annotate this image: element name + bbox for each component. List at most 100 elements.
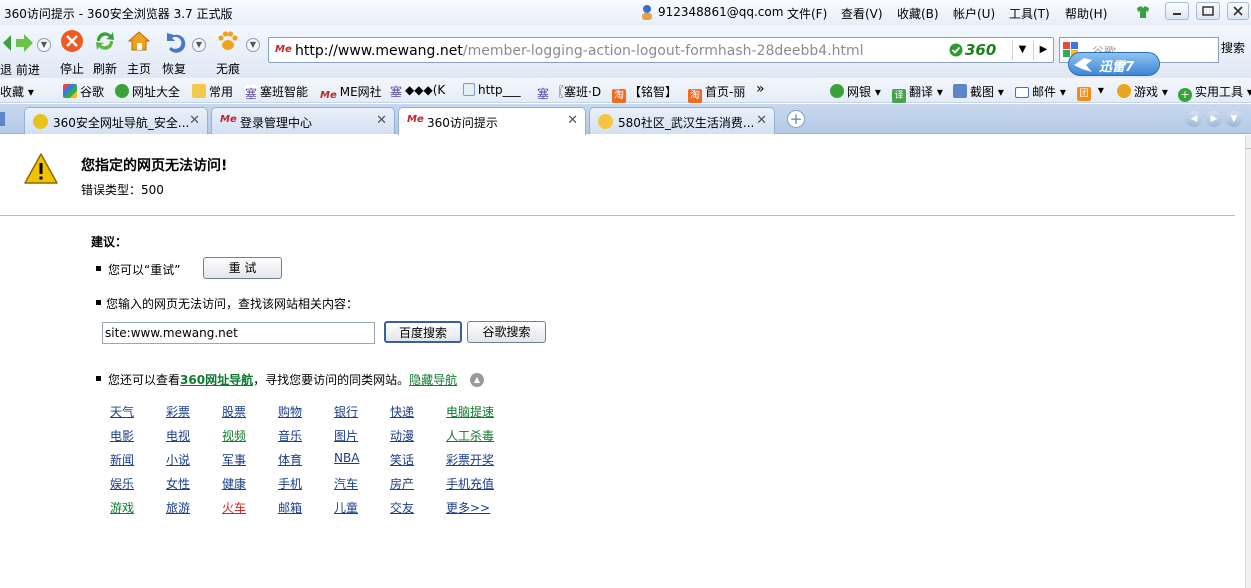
fav-more[interactable]: » (756, 81, 765, 97)
cat-train[interactable]: 火车 (222, 499, 246, 516)
cat-movie[interactable]: 电影 (110, 427, 134, 444)
tool-utilities[interactable]: + 实用工具 ▾ (1178, 83, 1251, 102)
incognito-button[interactable]: 无痕 (211, 27, 245, 76)
cat-stocks[interactable]: 股票 (222, 403, 246, 420)
close-icon[interactable]: ✕ (376, 113, 387, 128)
cat-lottery-results[interactable]: 彩票开奖 (446, 451, 494, 468)
home-button[interactable]: 主页 (122, 27, 156, 76)
cat-tv[interactable]: 电视 (166, 427, 190, 444)
restore-dropdown[interactable]: ▼ (192, 38, 206, 52)
cat-shopping[interactable]: 购物 (278, 403, 302, 420)
url-dropdown-icon[interactable]: ▼ (1012, 40, 1032, 60)
site-search-input[interactable]: site:www.mewang.net (102, 322, 375, 344)
tool-bank[interactable]: 网银 ▾ (830, 83, 881, 100)
tool-mail[interactable]: 邮件 ▾ (1015, 83, 1066, 100)
close-icon[interactable]: ✕ (756, 113, 767, 128)
cat-military[interactable]: 军事 (222, 451, 246, 468)
fav-common[interactable]: 常用 (192, 83, 233, 100)
address-url[interactable]: http://www.mewang.net/member-logging-act… (295, 43, 864, 59)
minimize-button[interactable] (1165, 2, 1189, 20)
cat-jokes[interactable]: 笑话 (390, 451, 414, 468)
vertical-scrollbar[interactable] (1245, 135, 1251, 588)
stop-button[interactable]: 停止 (55, 27, 89, 76)
hide-nav-link[interactable]: 隐藏导航 (409, 373, 457, 387)
tool-screenshot[interactable]: 截图 ▾ (953, 83, 1004, 100)
menu-tools[interactable]: 工具(T) (1009, 5, 1050, 22)
retry-button[interactable]: 重 试 (203, 257, 282, 279)
tab-login-center[interactable]: Me 登录管理中心 ✕ (211, 107, 395, 134)
tab-next-icon[interactable]: ▶ (1206, 111, 1222, 127)
cat-games[interactable]: 游戏 (110, 499, 134, 516)
cat-phone-topup[interactable]: 手机充值 (446, 475, 494, 492)
close-icon[interactable]: ✕ (189, 113, 200, 128)
menu-account[interactable]: 帐户(U) (953, 5, 995, 22)
fav-home-li[interactable]: 淘首页-丽 (688, 83, 745, 103)
menu-help[interactable]: 帮助(H) (1065, 5, 1107, 22)
tool-games[interactable]: 游戏 ▾ (1117, 83, 1168, 100)
cat-cars[interactable]: 汽车 (334, 475, 358, 492)
history-dropdown[interactable]: ▼ (37, 38, 51, 52)
skin-icon[interactable] (1135, 5, 1151, 19)
close-window-button[interactable] (1227, 2, 1249, 20)
account-label[interactable]: 912348861@qq.com (658, 5, 783, 19)
back-forward-group[interactable]: 退 前进 (0, 27, 40, 77)
nav360-link[interactable]: 360网址导航 (180, 373, 253, 387)
tool-translate[interactable]: 译翻译 ▾ (892, 83, 943, 103)
cat-pc-speedup[interactable]: 电脑提速 (446, 403, 494, 420)
fav-symbian-d[interactable]: 塞〖塞班·D (537, 83, 601, 101)
fav-symbian[interactable]: 塞塞班智能 (245, 83, 308, 101)
cat-kids[interactable]: 儿童 (334, 499, 358, 516)
cat-entertainment[interactable]: 娱乐 (110, 475, 134, 492)
fav-collect[interactable]: 收藏 ▾ (0, 83, 34, 100)
close-icon[interactable]: ✕ (567, 113, 578, 128)
cat-images[interactable]: 图片 (334, 427, 358, 444)
google-search-button[interactable]: 谷歌搜索 (467, 321, 546, 343)
xunlei-badge[interactable]: 迅雷7 (1068, 52, 1160, 76)
cat-news[interactable]: 新闻 (110, 451, 134, 468)
menu-view[interactable]: 查看(V) (841, 5, 883, 22)
restore-button[interactable]: 恢复 (157, 27, 191, 76)
cat-travel[interactable]: 旅游 (166, 499, 190, 516)
cat-antivirus[interactable]: 人工杀毒 (446, 427, 494, 444)
cat-health[interactable]: 健康 (222, 475, 246, 492)
cat-express[interactable]: 快递 (390, 403, 414, 420)
maximize-button[interactable] (1196, 2, 1220, 20)
fav-mingzhi[interactable]: 淘【铭智】 (612, 83, 677, 103)
go-arrow-icon[interactable]: ▶ (1033, 40, 1053, 60)
cat-sports[interactable]: 体育 (278, 451, 302, 468)
cat-music[interactable]: 音乐 (278, 427, 302, 444)
cat-mobile[interactable]: 手机 (278, 475, 302, 492)
cat-anime[interactable]: 动漫 (390, 427, 414, 444)
search-button[interactable]: 搜索 (1221, 39, 1251, 61)
fav-diamonds[interactable]: 塞 ◆◆◆(K (390, 83, 445, 99)
collapse-up-icon[interactable]: ▲ (470, 373, 484, 387)
baidu-search-button[interactable]: 百度搜索 (384, 321, 462, 343)
cat-women[interactable]: 女性 (166, 475, 190, 492)
tab-360-nav[interactable]: 360安全网址导航_安全... ✕ (24, 107, 208, 134)
cat-more[interactable]: 更多>> (446, 499, 490, 516)
incognito-dropdown[interactable]: ▼ (246, 38, 260, 52)
forward-arrow-icon[interactable] (14, 33, 34, 53)
new-tab-icon[interactable]: + (787, 110, 805, 128)
cat-nba[interactable]: NBA (334, 451, 359, 465)
tab-list-icon[interactable]: ▼ (1226, 111, 1242, 127)
cat-novel[interactable]: 小说 (166, 451, 190, 468)
refresh-button[interactable]: 刷新 (88, 27, 122, 76)
fav-http[interactable]: http___ (463, 83, 521, 97)
tab-scroll-left[interactable] (0, 112, 5, 126)
scroll-up-icon[interactable] (1246, 139, 1251, 149)
tool-groupbuy[interactable]: 团 ▾ (1077, 83, 1104, 101)
menu-favorites[interactable]: 收藏(B) (897, 5, 939, 22)
fav-mewang[interactable]: Me ME网社 (320, 83, 382, 104)
tab-prev-icon[interactable]: ◀ (1186, 111, 1202, 127)
cat-lottery[interactable]: 彩票 (166, 403, 190, 420)
cat-realestate[interactable]: 房产 (390, 475, 414, 492)
tab-360-prompt[interactable]: Me 360访问提示 ✕ (398, 107, 586, 135)
address-bar[interactable]: Me http://www.mewang.net/member-logging-… (268, 37, 1054, 63)
cat-email[interactable]: 邮箱 (278, 499, 302, 516)
cat-weather[interactable]: 天气 (110, 403, 134, 420)
cat-video[interactable]: 视频 (222, 427, 246, 444)
tab-580-community[interactable]: 580社区_武汉生活消费... ✕ (589, 107, 775, 134)
cat-bank[interactable]: 银行 (334, 403, 358, 420)
menu-file[interactable]: 文件(F) (787, 5, 827, 22)
